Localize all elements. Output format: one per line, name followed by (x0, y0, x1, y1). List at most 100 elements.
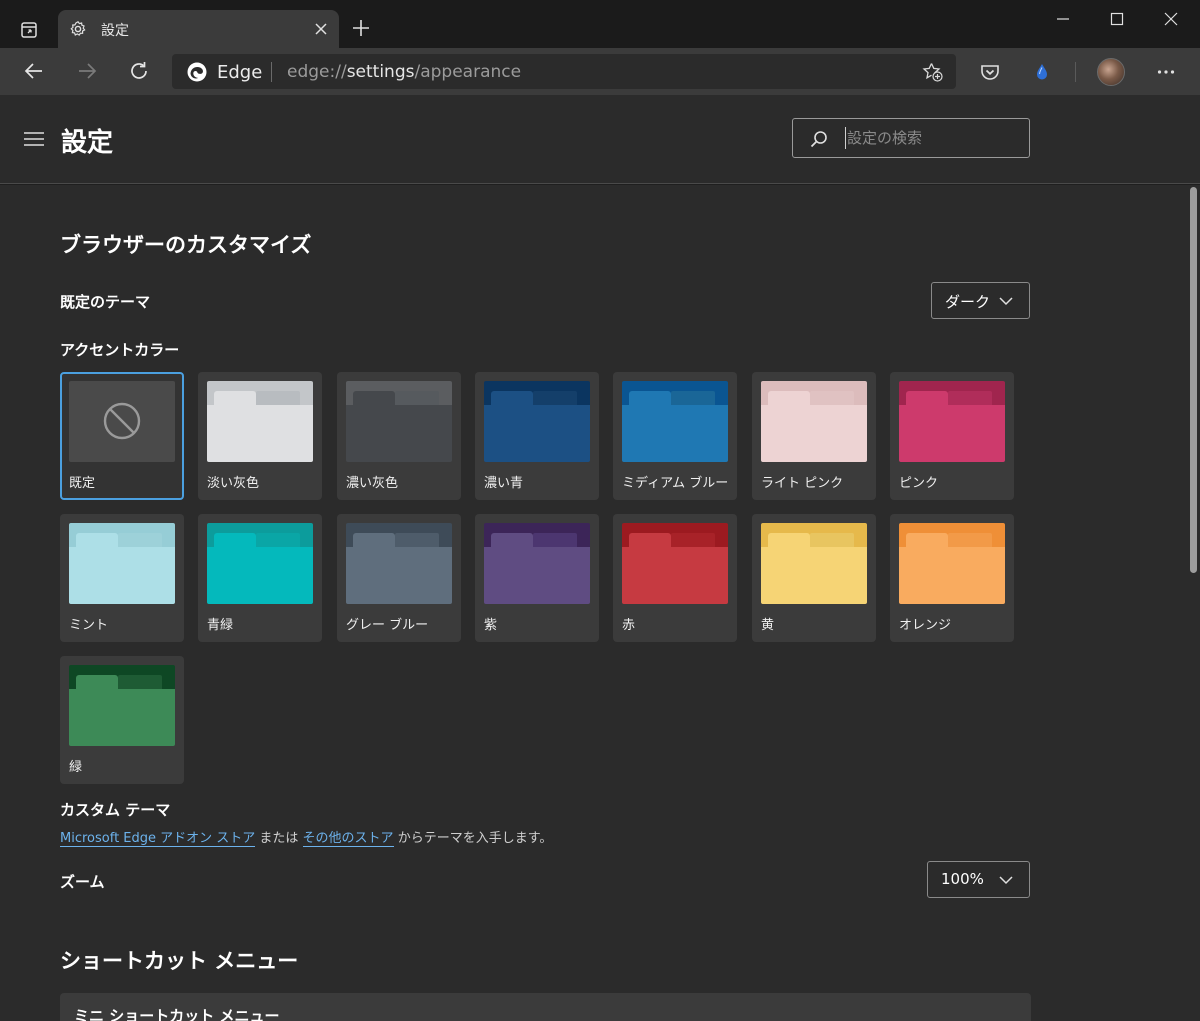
back-arrow-icon[interactable] (21, 58, 47, 84)
preview-inactive-tab (533, 533, 577, 547)
settings-search-input[interactable] (845, 127, 1021, 149)
accent-swatch[interactable]: 濃い青 (475, 372, 599, 500)
mini-shortcut-menu-card[interactable]: ミニ ショートカット メニュー (60, 993, 1031, 1021)
accent-swatch[interactable]: オレンジ (890, 514, 1014, 642)
preview-body (484, 405, 590, 462)
preview-body (899, 547, 1005, 604)
pocket-icon[interactable] (978, 60, 1002, 84)
settings-content: ブラウザーのカスタマイズ 既定のテーマ ダーク アクセントカラー 既定 淡い灰色 濃… (0, 185, 1188, 1021)
accent-color-label: アクセントカラー (60, 341, 180, 359)
tab-title: 設定 (101, 23, 129, 39)
accent-swatch[interactable]: 黄 (752, 514, 876, 642)
customize-browser-heading: ブラウザーのカスタマイズ (60, 233, 312, 257)
active-tab[interactable]: 設定 (58, 10, 339, 48)
tab-actions-icon (21, 22, 37, 38)
custom-theme-label: カスタム テーマ (60, 801, 171, 819)
accent-swatch-label: グレー ブルー (346, 618, 429, 633)
accent-preview (484, 381, 590, 462)
preview-body (899, 405, 1005, 462)
preview-body (761, 547, 867, 604)
theme-dropdown[interactable]: ダーク (931, 282, 1030, 319)
accent-swatch[interactable]: 既定 (60, 372, 184, 500)
preview-inactive-tab (810, 533, 854, 547)
accent-swatch[interactable]: 濃い灰色 (337, 372, 461, 500)
accent-preview (207, 523, 313, 604)
search-icon (810, 130, 828, 148)
preview-body (69, 689, 175, 746)
tab-actions-menu-button[interactable] (14, 17, 44, 43)
gear-icon (69, 20, 87, 38)
accent-swatch[interactable]: グレー ブルー (337, 514, 461, 642)
more-options-icon[interactable] (1154, 60, 1178, 84)
accent-swatch-label: オレンジ (899, 618, 952, 633)
settings-search-box[interactable] (792, 118, 1030, 158)
accent-preview (899, 381, 1005, 462)
custom-theme-description: Microsoft Edge アドオン ストア または その他のストア からテー… (60, 827, 552, 847)
profile-avatar[interactable] (1097, 58, 1125, 86)
accent-swatch-label: ピンク (899, 476, 939, 491)
accent-preview (622, 381, 728, 462)
navigation-toolbar: Edge edge://settings/appearance (0, 48, 1200, 95)
preview-inactive-tab (948, 533, 992, 547)
zoom-dropdown-value: 100% (941, 870, 984, 888)
preview-body (622, 547, 728, 604)
chevron-down-icon (998, 296, 1014, 306)
custom-desc-or: または (255, 831, 303, 846)
accent-swatch[interactable]: ピンク (890, 372, 1014, 500)
url-host: settings (346, 62, 415, 82)
new-tab-icon[interactable] (350, 17, 372, 39)
water-drop-extension-icon[interactable] (1030, 60, 1054, 84)
accent-swatch-label: 緑 (69, 760, 83, 775)
accent-swatch[interactable]: 緑 (60, 656, 184, 784)
accent-swatch[interactable]: 淡い灰色 (198, 372, 322, 500)
accent-preview (899, 523, 1005, 604)
accent-swatch[interactable]: 紫 (475, 514, 599, 642)
add-favorite-star-icon[interactable] (922, 61, 944, 83)
close-window-icon[interactable] (1160, 8, 1182, 30)
preview-active-tab (353, 391, 395, 405)
refresh-icon[interactable] (126, 58, 152, 84)
forward-arrow-icon[interactable] (74, 58, 100, 84)
accent-swatch-label: 既定 (69, 476, 96, 491)
preview-body (207, 405, 313, 462)
close-tab-icon[interactable] (314, 22, 328, 36)
settings-scrollbar[interactable] (1188, 185, 1200, 1021)
preview-active-tab (491, 533, 533, 547)
accent-swatch[interactable]: ミント (60, 514, 184, 642)
url-text[interactable]: edge://settings/appearance (287, 62, 521, 82)
hamburger-menu-icon[interactable] (24, 131, 44, 147)
accent-preview (69, 381, 175, 462)
maximize-icon[interactable] (1106, 8, 1128, 30)
edge-brand-label: Edge (217, 62, 263, 83)
preview-active-tab (491, 391, 533, 405)
zoom-label: ズーム (60, 873, 105, 891)
minimize-icon[interactable] (1052, 8, 1074, 30)
accent-swatch-label: 紫 (484, 618, 498, 633)
url-scheme: edge:// (287, 62, 347, 82)
edge-logo-icon (186, 61, 208, 83)
accent-preview (207, 381, 313, 462)
preview-body (484, 547, 590, 604)
preview-body (207, 547, 313, 604)
theme-dropdown-value: ダーク (945, 293, 991, 311)
url-path: /appearance (414, 62, 522, 82)
settings-header: 設定 (0, 95, 1200, 184)
other-stores-link[interactable]: その他のストア (302, 831, 394, 847)
accent-preview (346, 381, 452, 462)
accent-swatch-label: 濃い青 (484, 476, 524, 491)
accent-swatch[interactable]: 青緑 (198, 514, 322, 642)
preview-body (761, 405, 867, 462)
zoom-dropdown[interactable]: 100% (927, 861, 1030, 898)
addons-store-link[interactable]: Microsoft Edge アドオン ストア (60, 831, 256, 847)
no-accent-icon (103, 402, 141, 440)
scrollbar-thumb[interactable] (1190, 187, 1197, 573)
accent-swatch[interactable]: 赤 (613, 514, 737, 642)
chevron-down-icon (998, 875, 1014, 885)
preview-body (346, 547, 452, 604)
accent-swatch[interactable]: ライト ピンク (752, 372, 876, 500)
accent-swatch[interactable]: ミディアム ブルー (613, 372, 737, 500)
preview-active-tab (768, 533, 810, 547)
accent-preview (622, 523, 728, 604)
preview-active-tab (214, 533, 256, 547)
address-bar[interactable]: Edge edge://settings/appearance (172, 54, 956, 89)
